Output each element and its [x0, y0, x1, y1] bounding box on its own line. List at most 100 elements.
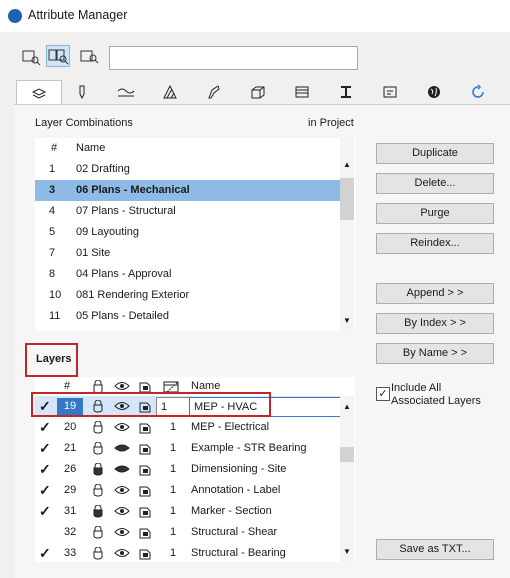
scroll-thumb[interactable] [340, 178, 354, 220]
search-input[interactable] [109, 46, 358, 70]
combination-num: 11 [49, 310, 61, 322]
composite-icon [251, 86, 265, 99]
title-bar: Attribute Manager [0, 0, 510, 32]
layer-check-icon[interactable]: ✓ [39, 480, 51, 501]
layer-check-icon[interactable]: ✓ [39, 543, 51, 564]
lock-icon[interactable] [91, 547, 105, 560]
combination-row[interactable]: 11 05 Plans - Detailed [35, 306, 340, 327]
tab-pens[interactable] [60, 81, 104, 103]
layer-row[interactable]: ✓ 29 1 Annotation - Label [35, 480, 340, 501]
lock-icon[interactable] [91, 505, 105, 518]
layer-row[interactable]: ✓ 31 1 Marker - Section [35, 501, 340, 522]
pen-number: 1 [170, 442, 177, 454]
duplicate-button[interactable]: Duplicate [376, 143, 494, 164]
column-name: Name [76, 142, 106, 154]
combinations-scrollbar[interactable]: ▲ ▼ [340, 138, 354, 331]
reindex-button[interactable]: Reindex... [376, 233, 494, 254]
tab-line-types[interactable] [104, 81, 148, 103]
tab-fills[interactable] [148, 81, 192, 103]
layer-check-icon[interactable]: ✓ [39, 417, 51, 438]
wireframe-icon[interactable] [138, 484, 152, 497]
layer-row[interactable]: ✓ 21 1 Example - STR Bearing [35, 438, 340, 459]
lock-icon[interactable] [91, 463, 105, 476]
layers-highlight [25, 343, 78, 377]
tab-zones[interactable] [280, 81, 324, 103]
delete-button[interactable]: Delete... [376, 173, 494, 194]
combination-name: 07 Plans - Structural [76, 205, 176, 217]
layer-row[interactable]: ✓ 33 1 Structural - Bearing [35, 543, 340, 564]
layers-scrollbar[interactable]: ▲ ▼ [340, 396, 354, 562]
layer-name: MEP - Electrical [191, 421, 270, 433]
split-view-button[interactable] [46, 45, 70, 67]
surface-icon [208, 85, 220, 99]
scroll-down-icon[interactable]: ▼ [343, 547, 351, 556]
layer-num: 29 [64, 484, 77, 496]
eye-icon[interactable] [114, 485, 130, 496]
zone-icon [295, 86, 309, 98]
line-type-icon [117, 88, 135, 97]
wireframe-icon[interactable] [138, 463, 152, 476]
eye-icon[interactable] [114, 548, 130, 559]
layer-name: Dimensioning - Site [191, 463, 287, 475]
lock-icon[interactable] [91, 421, 105, 434]
scroll-thumb[interactable] [340, 447, 354, 462]
layer-row[interactable]: ✓ 26 1 Dimensioning - Site [35, 459, 340, 480]
append-button[interactable]: Append > > [376, 283, 494, 304]
layer-row[interactable]: 32 1 Structural - Shear [35, 522, 340, 543]
column-num: # [51, 142, 58, 154]
tab-composites[interactable] [236, 81, 280, 103]
tab-layers[interactable] [16, 80, 62, 104]
combination-num: 4 [49, 205, 56, 217]
combination-row[interactable]: 10 081 Rendering Exterior [35, 285, 340, 306]
combination-row[interactable]: 7 01 Site [35, 243, 340, 264]
combination-row[interactable]: 8 04 Plans - Approval [35, 264, 340, 285]
by-name-button[interactable]: By Name > > [376, 343, 494, 364]
scroll-up-icon[interactable]: ▲ [343, 160, 351, 169]
layer-row[interactable]: ✓ 20 1 MEP - Electrical [35, 417, 340, 438]
tab-markups[interactable] [368, 81, 412, 103]
save-txt-button[interactable]: Save as TXT... [376, 539, 494, 560]
wireframe-icon[interactable] [138, 547, 152, 560]
eye-icon[interactable] [114, 527, 130, 538]
list-view-icon [22, 50, 41, 66]
by-index-button[interactable]: By Index > > [376, 313, 494, 334]
combination-num: 5 [49, 226, 56, 238]
layer-num: 26 [64, 463, 77, 475]
include-all-checkbox[interactable]: ✓ [376, 387, 390, 401]
purge-button[interactable]: Purge [376, 203, 494, 224]
layers-icon [31, 87, 47, 99]
combination-row[interactable]: 4 07 Plans - Structural [35, 201, 340, 222]
eye-hidden-icon[interactable] [114, 464, 130, 475]
tab-profiles[interactable] [324, 81, 368, 103]
wireframe-icon[interactable] [138, 421, 152, 434]
wireframe-icon[interactable] [138, 505, 152, 518]
combination-row[interactable]: 5 09 Layouting [35, 222, 340, 243]
layer-check-icon[interactable]: ✓ [39, 501, 51, 522]
combination-row[interactable]: 3 06 Plans - Mechanical [35, 180, 340, 201]
layer-name: Structural - Bearing [191, 547, 286, 559]
fill-icon [163, 85, 177, 99]
combination-row[interactable]: 1 02 Drafting [35, 159, 340, 180]
markup-icon [383, 86, 397, 98]
eye-hidden-icon[interactable] [114, 443, 130, 454]
combination-num: 7 [49, 247, 56, 259]
lock-icon[interactable] [91, 526, 105, 539]
scroll-up-icon[interactable]: ▲ [343, 402, 351, 411]
layer-check-icon[interactable]: ✓ [39, 438, 51, 459]
tab-surfaces[interactable] [192, 81, 236, 103]
combinations-list[interactable]: # Name 1 02 Drafting 3 06 Plans - Mechanica… [35, 138, 355, 331]
eye-icon[interactable] [114, 422, 130, 433]
pen-number: 1 [170, 526, 177, 538]
wireframe-icon[interactable] [138, 526, 152, 539]
tab-locations[interactable] [412, 81, 456, 103]
eye-icon[interactable] [114, 506, 130, 517]
scroll-down-icon[interactable]: ▼ [343, 316, 351, 325]
lock-icon[interactable] [91, 484, 105, 497]
wireframe-icon[interactable] [138, 442, 152, 455]
combination-num: 3 [49, 184, 56, 196]
tab-more[interactable] [456, 81, 500, 103]
detail-view-button[interactable] [77, 46, 101, 68]
lock-icon[interactable] [91, 442, 105, 455]
layer-check-icon[interactable]: ✓ [39, 459, 51, 480]
list-view-button[interactable] [19, 46, 43, 68]
